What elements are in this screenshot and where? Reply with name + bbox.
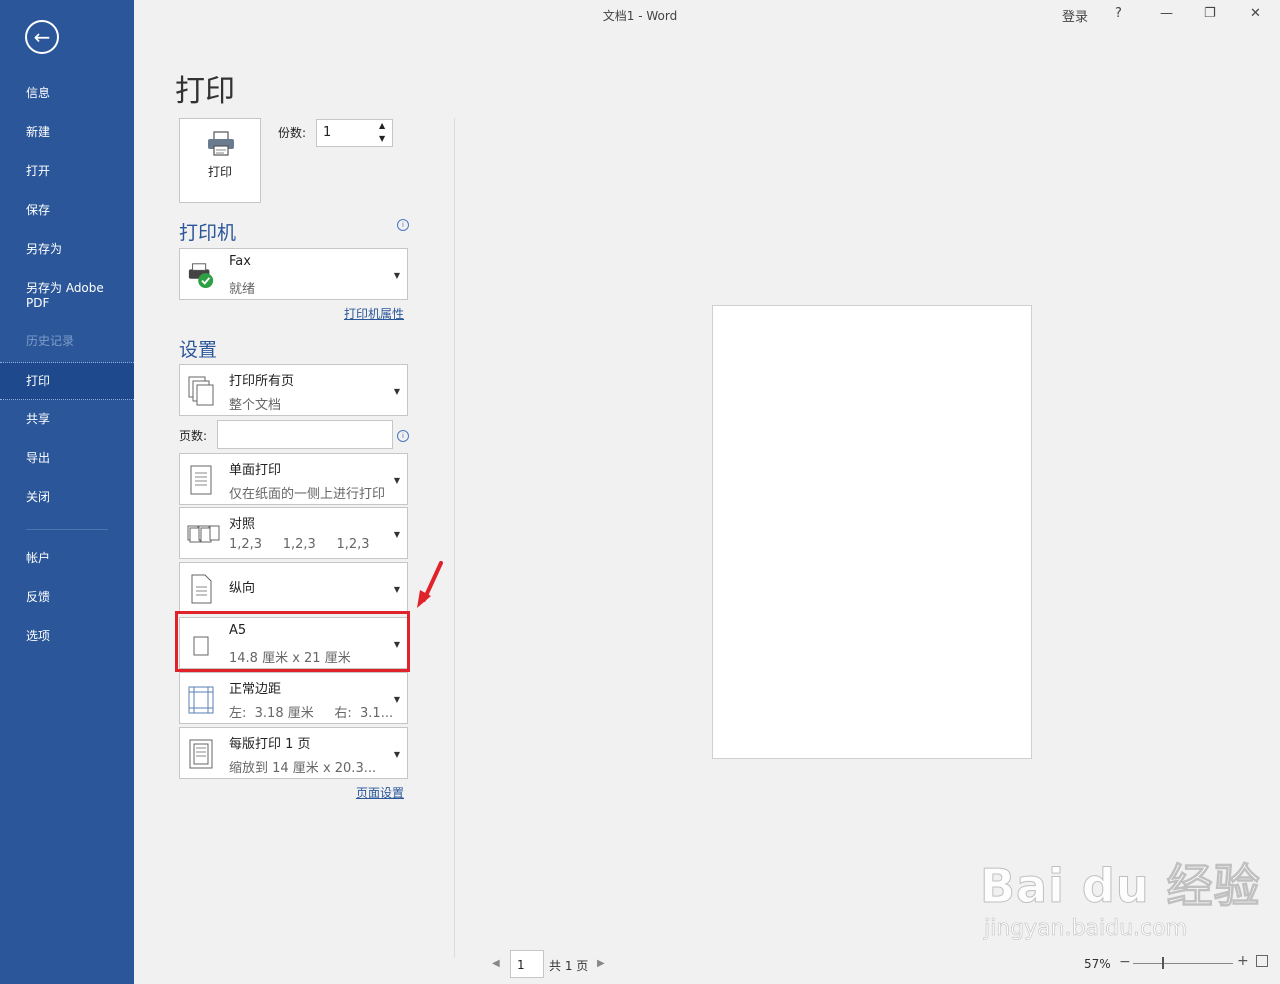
printer-heading: 打印机 xyxy=(179,222,237,244)
watermark-url: jingyan.baidu.com xyxy=(984,916,1188,942)
sides-select[interactable]: 单面打印 仅在纸面的一侧上进行打印 ▼ xyxy=(179,453,408,505)
restore-icon[interactable]: ❐ xyxy=(1204,6,1216,21)
sidebar-item-close[interactable]: 关闭 xyxy=(0,490,134,505)
print-range-title: 打印所有页 xyxy=(229,374,295,389)
sidebar-divider xyxy=(26,529,108,530)
login-link[interactable]: 登录 xyxy=(1062,6,1088,25)
copies-label: 份数: xyxy=(278,126,307,140)
close-icon[interactable]: ✕ xyxy=(1250,6,1261,21)
chevron-down-icon: ▼ xyxy=(393,640,400,649)
decrement-arrow-icon[interactable]: ▼ xyxy=(379,134,385,143)
sidebar-item-history: 历史记录 xyxy=(26,334,75,348)
pages-per-sheet-title: 每版打印 1 页 xyxy=(229,737,311,752)
collate-desc: 1,2,3 1,2,3 1,2,3 xyxy=(229,537,370,552)
help-icon[interactable]: ? xyxy=(1115,6,1122,21)
sidebar-item-label: 打印 xyxy=(26,373,51,388)
printer-status: 就绪 xyxy=(229,282,256,297)
chevron-down-icon: ▼ xyxy=(393,750,400,759)
sidebar-item-print[interactable]: 打印 xyxy=(0,362,134,400)
portrait-icon xyxy=(191,574,212,604)
sidebar-item-share[interactable]: 共享 xyxy=(0,412,134,427)
paper-size-title: A5 xyxy=(229,623,247,638)
sidebar-item-new[interactable]: 新建 xyxy=(0,125,134,140)
sidebar-item-account[interactable]: 帐户 xyxy=(0,551,134,566)
print-preview-page xyxy=(712,305,1032,759)
zoom-out-icon[interactable]: − xyxy=(1119,954,1131,970)
pages-label: 页数: xyxy=(179,429,208,443)
collate-icon xyxy=(187,525,220,543)
info-icon[interactable]: i xyxy=(397,430,409,442)
printer-select[interactable]: Fax 就绪 ▼ xyxy=(179,248,408,300)
backstage-sidebar: ← 信息 新建 打开 保存 另存为 另存为 Adobe PDF 历史记录 打印 … xyxy=(0,0,134,984)
chevron-down-icon: ▼ xyxy=(393,271,400,280)
zoom-slider-thumb[interactable] xyxy=(1162,957,1164,969)
back-arrow-icon[interactable]: ← xyxy=(25,20,59,54)
paper-icon xyxy=(193,636,209,656)
chevron-down-icon: ▼ xyxy=(393,387,400,396)
fax-printer-icon xyxy=(188,263,214,289)
sides-desc: 仅在纸面的一侧上进行打印 xyxy=(229,487,386,502)
paper-size-select[interactable]: A5 14.8 厘米 x 21 厘米 ▼ xyxy=(179,617,408,669)
red-arrow-icon xyxy=(417,561,443,608)
sidebar-item-options[interactable]: 选项 xyxy=(0,629,134,644)
print-range-desc: 整个文档 xyxy=(229,398,282,413)
info-icon[interactable]: i xyxy=(397,219,409,231)
fit-page-icon[interactable] xyxy=(1256,955,1268,967)
copies-value: 1 xyxy=(323,125,332,140)
paper-size-desc: 14.8 厘米 x 21 厘米 xyxy=(229,651,351,666)
watermark-brand: Bai du 经验 xyxy=(980,859,1261,914)
page-number-input[interactable]: 1 xyxy=(510,950,544,978)
baidu-watermark: Bai du 经验 jingyan.baidu.com xyxy=(980,850,1261,942)
page-total: 共 1 页 xyxy=(549,959,589,973)
pages-per-sheet-desc: 缩放到 14 厘米 x 20.3... xyxy=(229,761,377,776)
pages-per-sheet-select[interactable]: 每版打印 1 页 缩放到 14 厘米 x 20.3... ▼ xyxy=(179,727,408,779)
sidebar-item-open[interactable]: 打开 xyxy=(0,164,134,179)
increment-arrow-icon[interactable]: ▲ xyxy=(379,121,385,130)
sidebar-item-save-as[interactable]: 另存为 xyxy=(0,242,134,257)
next-page-icon[interactable]: ▶ xyxy=(597,958,605,969)
minimize-icon[interactable]: — xyxy=(1160,6,1173,21)
zoom-in-icon[interactable]: + xyxy=(1237,953,1249,969)
printer-icon xyxy=(208,131,234,156)
previous-page-icon[interactable]: ◀ xyxy=(492,958,500,969)
zoom-level: 57% xyxy=(1084,957,1111,971)
printer-properties-link[interactable]: 打印机属性 xyxy=(344,305,404,322)
copies-stepper[interactable]: 1 ▲ ▼ xyxy=(316,119,393,147)
pages-input[interactable] xyxy=(217,420,393,449)
collate-title: 对照 xyxy=(229,517,256,532)
sides-title: 单面打印 xyxy=(229,463,282,478)
page-setup-link[interactable]: 页面设置 xyxy=(356,784,404,801)
chevron-down-icon: ▼ xyxy=(393,585,400,594)
collate-select[interactable]: 对照 1,2,3 1,2,3 1,2,3 ▼ xyxy=(179,507,408,559)
sidebar-item-feedback[interactable]: 反馈 xyxy=(0,590,134,605)
pages-icon xyxy=(188,376,214,406)
margins-desc: 左: 3.18 厘米 右: 3.1... xyxy=(229,706,394,721)
sidebar-item-save[interactable]: 保存 xyxy=(0,203,134,218)
sidebar-item-info[interactable]: 信息 xyxy=(0,86,134,101)
orientation-select[interactable]: 纵向 ▼ xyxy=(179,562,408,614)
sidebar-item-save-as-pdf[interactable]: 另存为 Adobe PDF xyxy=(0,281,134,311)
single-sided-icon xyxy=(190,465,212,495)
print-button-label: 打印 xyxy=(207,165,232,179)
page-per-sheet-icon xyxy=(189,739,213,769)
chevron-down-icon: ▼ xyxy=(393,476,400,485)
settings-heading: 设置 xyxy=(179,339,218,361)
chevron-down-icon: ▼ xyxy=(393,530,400,539)
margins-select[interactable]: 正常边距 左: 3.18 厘米 右: 3.1... ▼ xyxy=(179,672,408,724)
zoom-slider[interactable] xyxy=(1133,963,1233,964)
sidebar-item-export[interactable]: 导出 xyxy=(0,451,134,466)
print-range-select[interactable]: 打印所有页 整个文档 ▼ xyxy=(179,364,408,416)
page-number-value: 1 xyxy=(517,958,525,972)
page-title: 打印 xyxy=(175,74,235,109)
margins-title: 正常边距 xyxy=(229,682,282,697)
margins-icon xyxy=(188,686,214,714)
print-button[interactable]: 打印 xyxy=(179,118,261,203)
orientation-title: 纵向 xyxy=(229,581,256,596)
chevron-down-icon: ▼ xyxy=(393,695,400,704)
printer-name: Fax xyxy=(229,254,251,269)
pane-divider xyxy=(454,118,455,958)
